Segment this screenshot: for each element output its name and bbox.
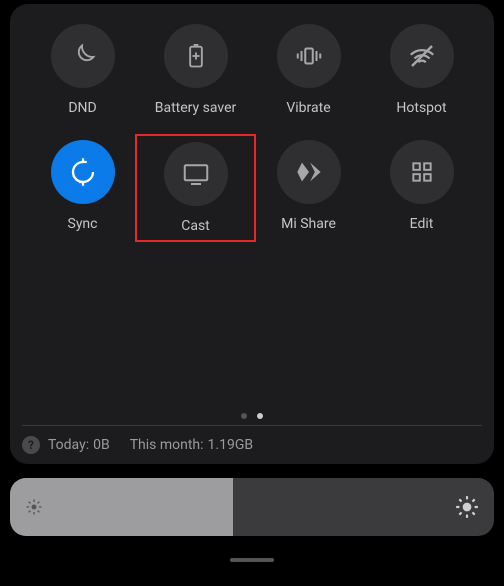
tile-label: Mi Share xyxy=(281,216,336,232)
brightness-high-icon xyxy=(454,494,480,520)
tile-hotspot[interactable]: Hotspot xyxy=(369,24,474,116)
mi-share-icon xyxy=(277,140,341,204)
pagination-dots xyxy=(22,413,482,425)
tile-label: Sync xyxy=(68,216,98,232)
page-dot-2[interactable] xyxy=(257,413,263,419)
cast-icon xyxy=(164,142,228,206)
tiles-area: DND Battery saver xyxy=(22,24,482,413)
battery-plus-icon xyxy=(164,24,228,88)
brightness-low-icon xyxy=(24,497,44,517)
navigation-handle[interactable] xyxy=(230,558,274,562)
tile-label: Vibrate xyxy=(286,100,330,116)
tile-edit[interactable]: Edit xyxy=(369,140,474,234)
vibrate-icon xyxy=(277,24,341,88)
tile-label: DND xyxy=(68,100,96,116)
tile-sync[interactable]: Sync xyxy=(30,140,135,234)
grid-icon xyxy=(390,140,454,204)
highlight-box: Cast xyxy=(135,134,256,242)
tile-mi-share[interactable]: Mi Share xyxy=(256,140,361,234)
hotspot-icon xyxy=(390,24,454,88)
tile-dnd[interactable]: DND xyxy=(30,24,135,116)
tile-cast[interactable]: Cast xyxy=(145,142,246,234)
tile-grid: DND Battery saver xyxy=(22,24,482,234)
usage-today-value: 0B xyxy=(93,437,110,453)
tile-label: Cast xyxy=(181,218,210,234)
brightness-slider[interactable] xyxy=(10,478,494,536)
moon-icon xyxy=(51,24,115,88)
tile-label: Battery saver xyxy=(155,100,236,116)
usage-month-label: This month: xyxy=(130,437,204,453)
usage-month-value: 1.19GB xyxy=(208,437,254,453)
tile-label: Edit xyxy=(410,216,434,232)
page-dot-1[interactable] xyxy=(241,413,247,419)
usage-today-label: Today: xyxy=(48,437,89,453)
quick-settings-panel: DND Battery saver xyxy=(10,4,494,464)
sync-icon xyxy=(51,140,115,204)
tile-battery-saver[interactable]: Battery saver xyxy=(143,24,248,116)
data-usage-row[interactable]: ? Today: 0B This month: 1.19GB xyxy=(22,425,482,454)
help-icon: ? xyxy=(22,436,40,454)
tile-vibrate[interactable]: Vibrate xyxy=(256,24,361,116)
tile-label: Hotspot xyxy=(396,100,446,116)
